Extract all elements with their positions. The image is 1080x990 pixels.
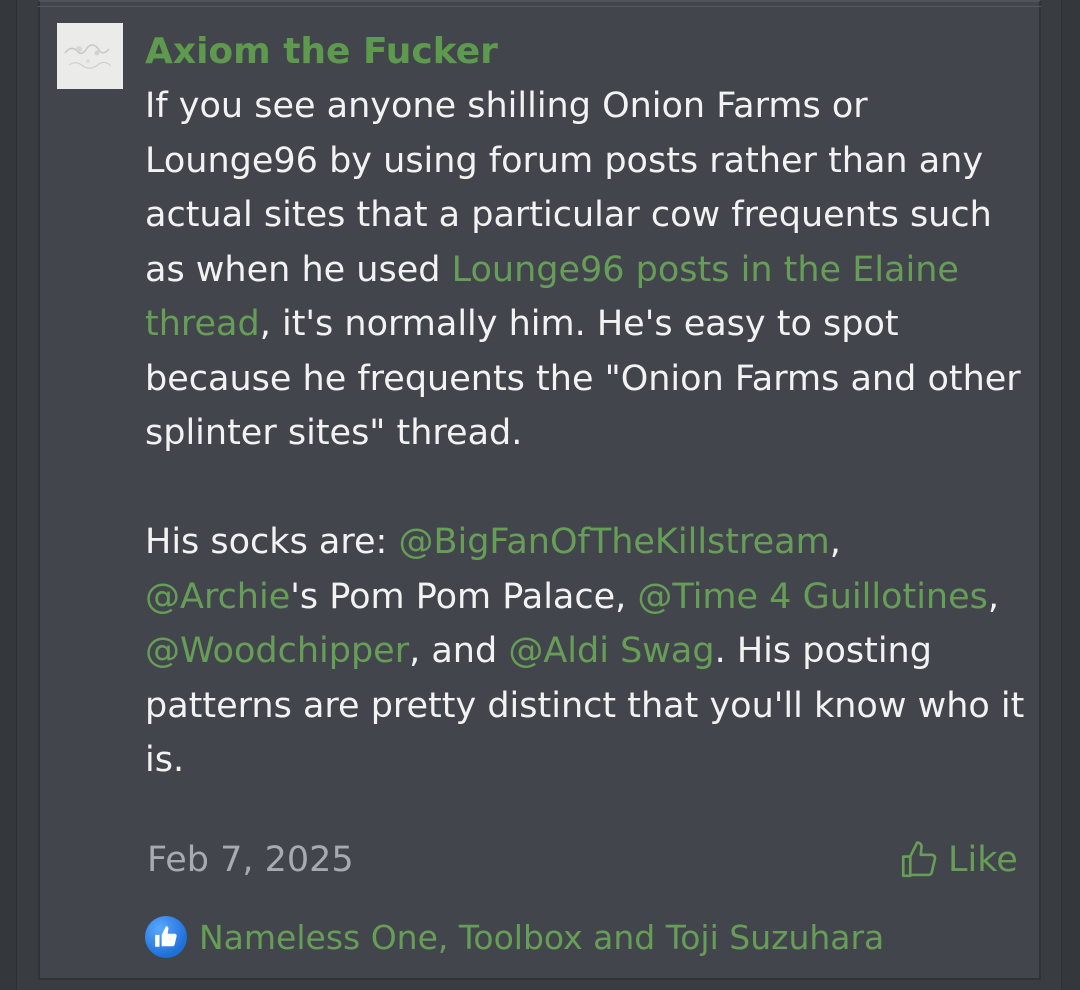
body-text: ,	[987, 576, 1000, 617]
like-button[interactable]: Like	[898, 836, 1018, 884]
body-text: His socks are:	[145, 522, 399, 562]
like-label: Like	[948, 840, 1018, 880]
thumbs-up-filled-icon	[155, 926, 177, 947]
body-text: ,	[829, 522, 841, 562]
post-paragraph: His socks are: @BigFanOfTheKillstream, @…	[145, 515, 1025, 788]
right-gutter	[1061, 0, 1080, 990]
body-text: 's Pom Pom Palace,	[290, 576, 638, 617]
mention-link[interactable]: @BigFanOfTheKillstream	[398, 522, 829, 562]
mention-link[interactable]: @Archie	[145, 577, 290, 617]
body-text: , and	[409, 631, 509, 671]
avatar[interactable]	[57, 23, 123, 89]
post-body: If you see anyone shilling Onion Farms o…	[145, 79, 1025, 788]
like-reaction-icon	[145, 916, 187, 958]
reactions-bar[interactable]: Nameless One, Toolbox and Toji Suzuhara	[145, 913, 884, 961]
mention-link[interactable]: @Time 4 Guillotines	[637, 577, 987, 617]
mention-link[interactable]: @Aldi Swag	[508, 631, 714, 671]
post-date[interactable]: Feb 7, 2025	[147, 837, 354, 883]
thumbs-up-icon	[901, 841, 937, 878]
avatar-image	[57, 23, 123, 89]
post-divider	[38, 6, 1041, 7]
reaction-users[interactable]: Nameless One, Toolbox and Toji Suzuhara	[199, 918, 884, 957]
left-gutter	[0, 0, 17, 990]
post-paragraph: If you see anyone shilling Onion Farms o…	[145, 79, 1025, 461]
post-author[interactable]: Axiom the Fucker	[145, 28, 498, 76]
mention-link[interactable]: @Woodchipper	[145, 631, 409, 671]
body-text: , it's normally him. He's easy to spot b…	[145, 304, 1021, 453]
